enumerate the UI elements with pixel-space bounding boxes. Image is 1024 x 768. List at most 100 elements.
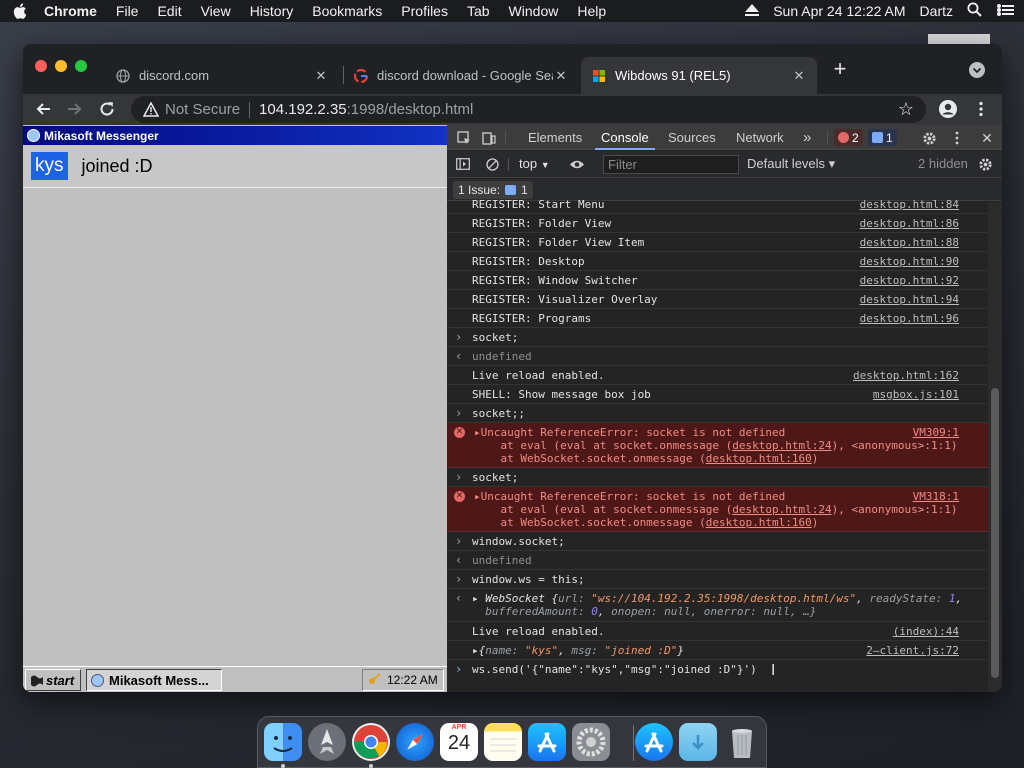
expand-triangle-icon[interactable]: ▸ <box>472 644 479 657</box>
menu-tab[interactable]: Tab <box>467 3 490 19</box>
expand-triangle-icon[interactable]: ▸ <box>472 592 479 605</box>
menu-window[interactable]: Window <box>509 3 559 19</box>
source-link[interactable]: VM309:1 <box>913 426 959 439</box>
source-link[interactable]: desktop.html:94 <box>860 293 959 306</box>
app-store-icon[interactable] <box>528 723 566 761</box>
eject-icon[interactable] <box>745 3 760 19</box>
tab-wibdows-91[interactable]: Wibdows 91 (REL5) ✕ <box>581 57 817 94</box>
menu-app-chrome[interactable]: Chrome <box>44 3 97 19</box>
source-link[interactable]: desktop.html:84 <box>860 198 959 211</box>
stack-link[interactable]: desktop.html:160 <box>706 452 812 465</box>
safari-icon[interactable] <box>396 723 434 761</box>
stack-link[interactable]: desktop.html:24 <box>732 439 831 452</box>
taskbar-window-messenger[interactable]: Mikasoft Mess... <box>86 669 222 691</box>
apple-menu-icon[interactable] <box>10 0 30 22</box>
tab-elements[interactable]: Elements <box>528 125 582 150</box>
source-link[interactable]: desktop.html:86 <box>860 217 959 230</box>
stack-link[interactable]: desktop.html:160 <box>706 516 812 529</box>
messenger-titlebar[interactable]: Mikasoft Messenger <box>23 126 447 145</box>
log-text: REGISTER: Folder View <box>472 217 612 230</box>
tab-network[interactable]: Network <box>736 125 784 150</box>
control-center-icon[interactable] <box>996 3 1014 20</box>
stack-link[interactable]: desktop.html:24 <box>732 503 831 516</box>
errors-badge[interactable]: 2 <box>834 129 863 146</box>
console-filter-input[interactable]: Filter <box>603 155 739 174</box>
zoom-window-button[interactable] <box>75 60 87 72</box>
menu-file[interactable]: File <box>116 3 139 19</box>
menu-help[interactable]: Help <box>577 3 606 19</box>
forward-button[interactable] <box>64 98 86 120</box>
warning-icon[interactable] <box>143 102 159 118</box>
source-link[interactable]: desktop.html:92 <box>860 274 959 287</box>
device-toolbar-icon[interactable] <box>481 130 497 146</box>
source-link[interactable]: desktop.html:88 <box>860 236 959 249</box>
websocket-object[interactable]: ▸ WebSocket {url: "ws://104.192.2.35:199… <box>472 592 962 618</box>
source-link[interactable]: desktop.html:90 <box>860 255 959 268</box>
chrome-menu-icon[interactable] <box>970 98 992 120</box>
source-link[interactable]: 2–client.js:72 <box>866 644 959 657</box>
source-link[interactable]: desktop.html:162 <box>853 369 959 382</box>
profile-avatar-icon[interactable] <box>937 98 959 120</box>
tab-search-icon[interactable] <box>969 62 985 78</box>
spotlight-search-icon[interactable] <box>967 2 982 20</box>
start-button[interactable]: start <box>25 669 81 691</box>
console-scrollbar-thumb[interactable] <box>991 388 999 678</box>
chrome-icon[interactable] <box>352 723 390 761</box>
clear-console-icon[interactable] <box>484 156 500 172</box>
source-link[interactable]: VM318:1 <box>913 490 959 503</box>
notes-icon[interactable] <box>484 723 522 761</box>
close-window-button[interactable] <box>35 60 47 72</box>
back-button[interactable] <box>32 98 54 120</box>
system-preferences-icon[interactable] <box>572 723 610 761</box>
tab-console[interactable]: Console <box>595 125 655 150</box>
live-expression-eye-icon[interactable] <box>569 156 585 172</box>
logged-object[interactable]: ▸{name: "kys", msg: "joined :D"} <box>472 644 684 657</box>
minimize-window-button[interactable] <box>55 60 67 72</box>
trash-icon[interactable] <box>723 723 761 761</box>
messages-badge[interactable]: 1 <box>868 129 897 146</box>
new-tab-button[interactable]: + <box>829 58 851 81</box>
menubar-user[interactable]: Dartz <box>920 3 953 19</box>
close-tab-icon[interactable]: ✕ <box>553 68 569 84</box>
more-tabs-chevron-icon[interactable]: » <box>803 125 811 150</box>
taskbar-clock[interactable]: 12:22 AM <box>362 669 444 691</box>
console-result-row: ‹ undefined <box>447 551 988 570</box>
finder-icon[interactable] <box>264 723 302 761</box>
context-selector[interactable]: top ▼ <box>519 156 550 171</box>
source-link[interactable]: (index):44 <box>893 625 959 638</box>
menu-history[interactable]: History <box>250 3 294 19</box>
console-prompt-input[interactable]: ws.send('{"name":"kys","msg":"joined :D"… <box>472 663 757 676</box>
inspect-element-icon[interactable] <box>456 130 472 146</box>
log-levels-dropdown[interactable]: Default levels ▾ <box>747 156 835 172</box>
source-link[interactable]: msgbox.js:101 <box>873 388 959 401</box>
settings-gear-icon[interactable] <box>921 130 937 146</box>
input-chevron-icon: › <box>455 572 463 586</box>
console-error-row: ✕ ▸Uncaught ReferenceError: socket is no… <box>447 487 988 532</box>
sidebar-toggle-icon[interactable] <box>455 156 471 172</box>
launchpad-icon[interactable] <box>308 723 346 761</box>
reload-button[interactable] <box>96 98 118 120</box>
console-prompt[interactable]: › ws.send('{"name":"kys","msg":"joined :… <box>447 660 988 682</box>
tab-discord[interactable]: discord.com ✕ <box>105 57 339 94</box>
stack-line-rest: ), <anonymous>:1:1) <box>831 439 958 452</box>
menubar-datetime[interactable]: Sun Apr 24 12:22 AM <box>773 3 905 19</box>
menu-bookmarks[interactable]: Bookmarks <box>312 3 382 19</box>
tab-google-search[interactable]: discord download - Google Sea ✕ <box>343 57 579 94</box>
menu-edit[interactable]: Edit <box>157 3 181 19</box>
expand-triangle-icon[interactable]: ▸ <box>474 426 481 439</box>
close-tab-icon[interactable]: ✕ <box>313 68 329 84</box>
console-settings-gear-icon[interactable] <box>977 156 993 172</box>
tab-sources[interactable]: Sources <box>668 125 716 150</box>
expand-triangle-icon[interactable]: ▸ <box>474 490 481 503</box>
address-bar[interactable]: Not Secure 104.192.2.35:1998/desktop.htm… <box>131 96 926 123</box>
close-tab-icon[interactable]: ✕ <box>791 68 807 84</box>
menu-profiles[interactable]: Profiles <box>401 3 448 19</box>
calendar-icon[interactable]: APR 24 <box>440 723 478 761</box>
devtools-menu-icon[interactable] <box>949 130 965 146</box>
menu-view[interactable]: View <box>201 3 231 19</box>
close-devtools-icon[interactable]: ✕ <box>979 130 995 146</box>
app-store-download-icon[interactable] <box>635 723 673 761</box>
bookmark-star-icon[interactable]: ☆ <box>898 99 914 120</box>
downloads-folder-icon[interactable] <box>679 723 717 761</box>
source-link[interactable]: desktop.html:96 <box>860 312 959 325</box>
